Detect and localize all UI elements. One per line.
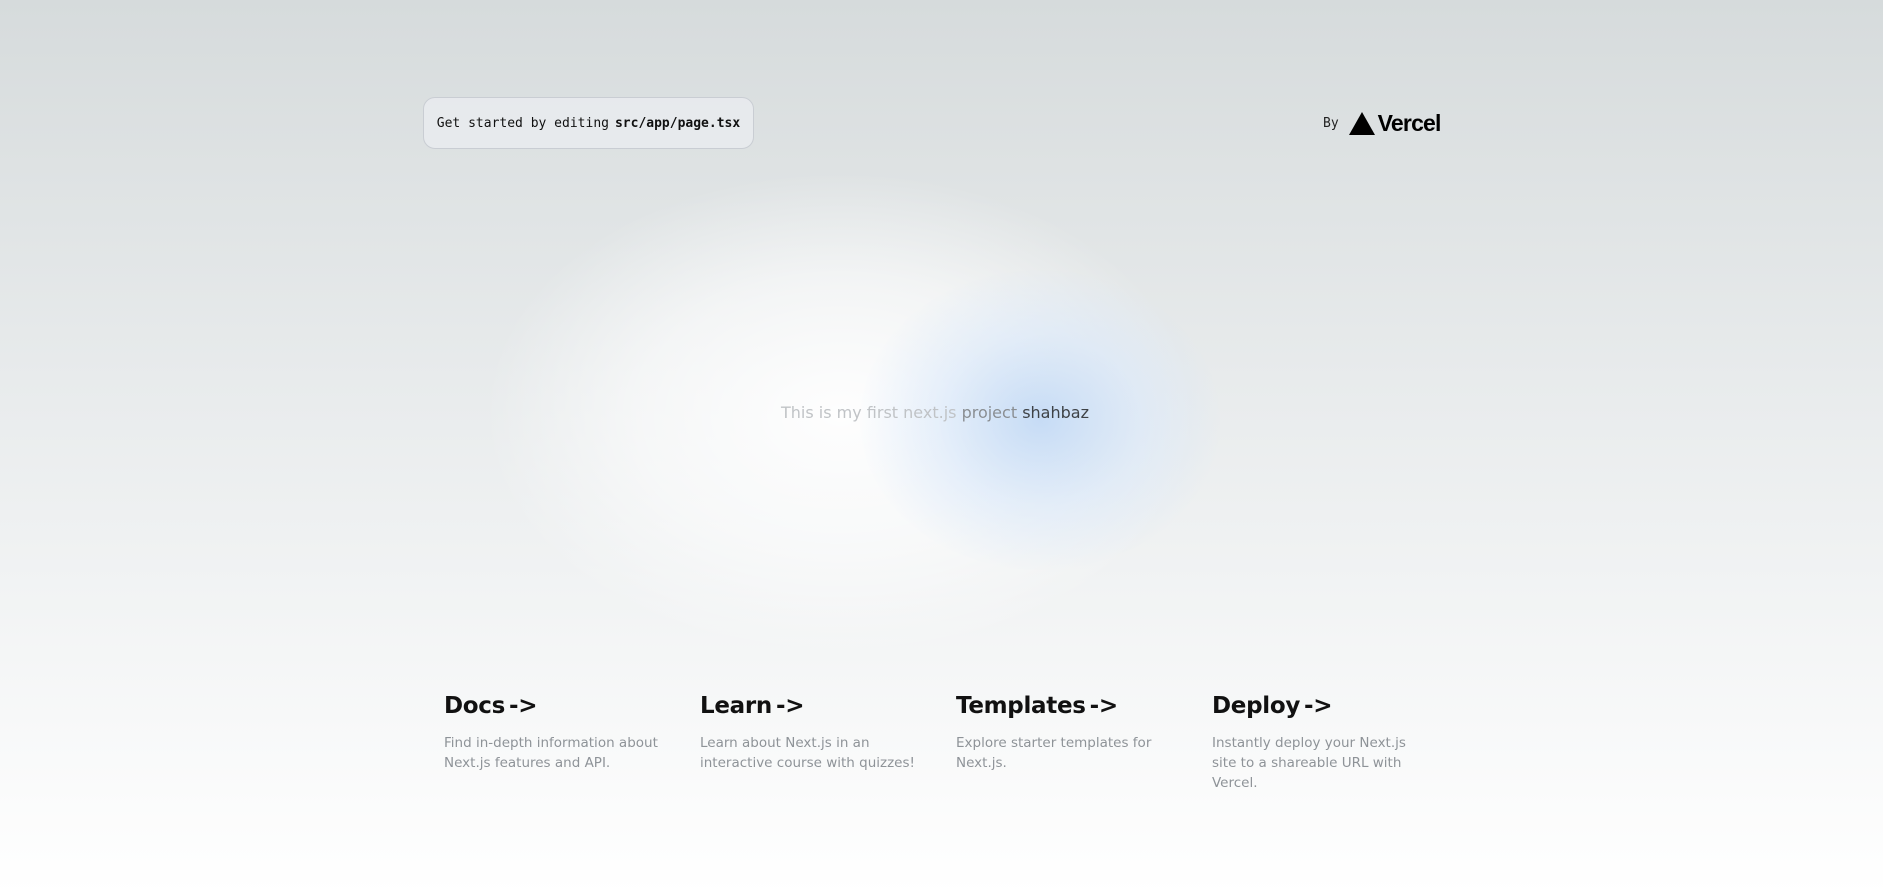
get-started-badge: Get started by editing src/app/page.tsx [423,97,754,149]
vercel-logo: Vercel [1348,109,1442,137]
card-templates-title: Templates -> [956,693,1180,719]
by-label: By [1323,115,1339,131]
arrow-right-icon: -> [1089,693,1119,719]
hero-text-part-3: shahbaz [1022,403,1089,422]
card-docs-title-text: Docs [444,693,506,719]
get-started-text: Get started by editing [436,115,609,131]
card-templates[interactable]: Templates -> Explore starter templates fo… [940,681,1196,805]
card-deploy-description: Instantly deploy your Next.js site to a … [1212,735,1406,791]
card-docs-title: Docs -> [444,693,668,719]
arrow-right-icon: -> [776,693,805,719]
next-app-page: { "header": { "intro_text": "Get started… [0,0,1883,895]
hero-text: This is my first next.js project shahbaz [0,403,1870,422]
file-path-code: src/app/page.tsx [614,115,741,131]
card-docs[interactable]: Docs -> Find in-depth information about N… [428,681,684,805]
vercel-wordmark: Vercel [1377,109,1442,136]
card-learn-description: Learn about Next.js in an interactive co… [700,735,915,771]
card-learn-title: Learn -> [700,693,924,719]
card-deploy-title-text: Deploy [1212,693,1301,719]
link-cards-grid: Docs -> Find in-depth information about N… [428,681,1452,805]
card-deploy[interactable]: Deploy -> Instantly deploy your Next.js s… [1196,681,1452,805]
card-templates-description: Explore starter templates for Next.js. [956,735,1152,771]
arrow-right-icon: -> [1304,693,1333,719]
card-learn[interactable]: Learn -> Learn about Next.js in an intera… [684,681,940,805]
hero-text-part-2: project [961,403,1018,422]
vercel-triangle-icon [1348,111,1375,135]
arrow-right-icon: -> [509,693,538,719]
by-vercel-link[interactable]: By Vercel [1323,109,1441,137]
hero-text-part-1: This is my first next.js [781,403,957,422]
card-deploy-title: Deploy -> [1212,693,1436,719]
card-learn-title-text: Learn [700,693,772,719]
card-docs-description: Find in-depth information about Next.js … [444,735,658,771]
card-templates-title-text: Templates [956,693,1086,719]
